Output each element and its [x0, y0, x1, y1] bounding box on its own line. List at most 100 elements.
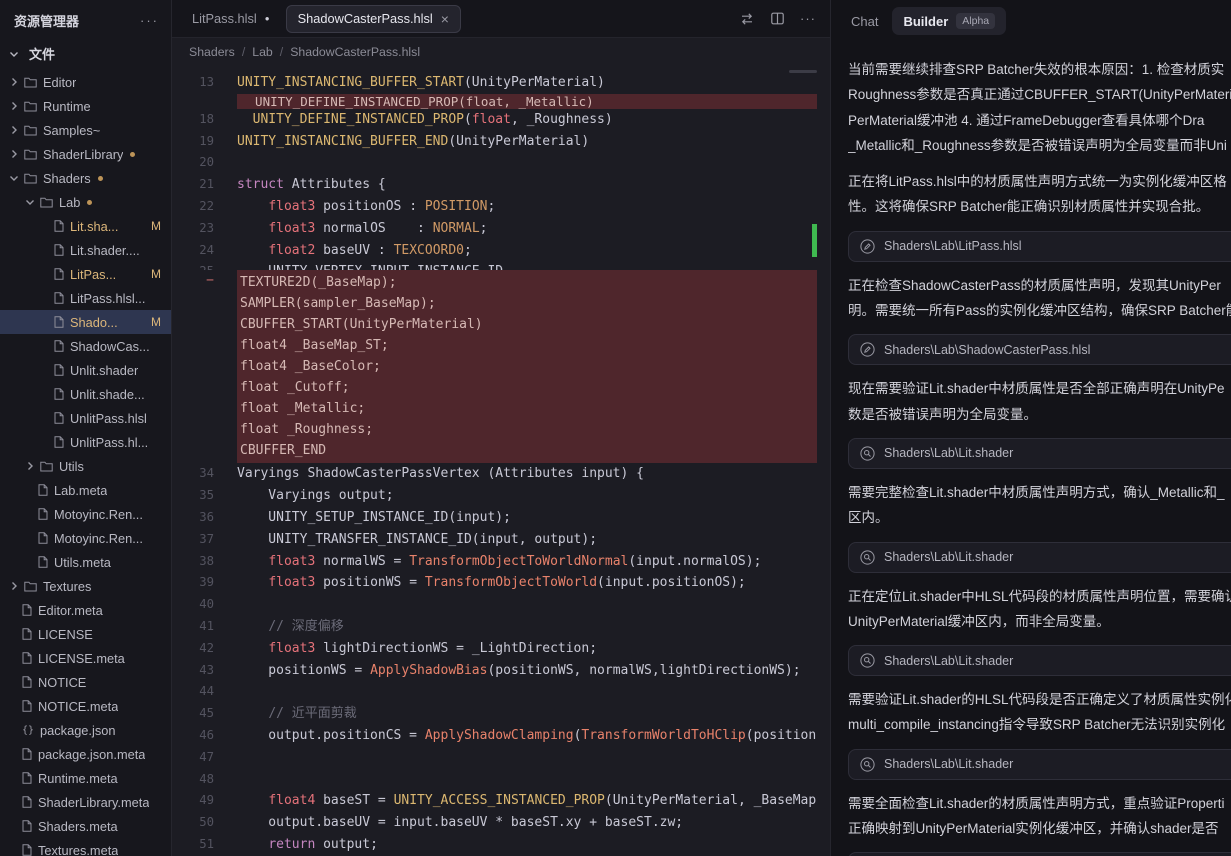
tree-item-editor[interactable]: Editor — [0, 70, 171, 94]
editor-tabbar: LitPass.hlsl●ShadowCasterPass.hlsl× ··· — [172, 0, 830, 38]
modified-dot-icon — [130, 152, 135, 157]
modified-dot-icon — [87, 200, 92, 205]
tree-item-editor-meta[interactable]: Editor.meta — [0, 598, 171, 622]
tree-item-unlit-shade[interactable]: Unlit.shade... — [0, 382, 171, 406]
tree-item-shaders[interactable]: Shaders — [0, 166, 171, 190]
tree-item-license[interactable]: LICENSE — [0, 622, 171, 646]
code-line-47[interactable]: 47 — [172, 747, 817, 769]
assistant-panel-header: Chat Builder Alpha — [831, 0, 1231, 42]
code-line-40[interactable]: 40 — [172, 594, 817, 616]
files-section-header[interactable]: 文件 — [0, 37, 171, 70]
file-chip[interactable]: Shaders\Lab\Lit.shader — [848, 852, 1231, 856]
tree-item-unlit-shader[interactable]: Unlit.shader — [0, 358, 171, 382]
tree-item-license-meta[interactable]: LICENSE.meta — [0, 646, 171, 670]
tree-item-shado[interactable]: Shado...M — [0, 310, 171, 334]
tree-item-utils-meta[interactable]: Utils.meta — [0, 550, 171, 574]
breadcrumb-item[interactable]: Lab — [252, 45, 273, 59]
code-text: output.positionCS = ApplyShadowClamping(… — [214, 725, 816, 747]
breadcrumb-item[interactable]: ShadowCasterPass.hlsl — [290, 45, 420, 59]
tree-item-notice-meta[interactable]: NOTICE.meta — [0, 694, 171, 718]
code-line-23[interactable]: 23 float3 normalOS : NORMAL; — [172, 218, 817, 240]
code-line-22[interactable]: 22 float3 positionOS : POSITION; — [172, 196, 817, 218]
tree-item-package-json[interactable]: {}package.json — [0, 718, 171, 742]
tree-item-textures[interactable]: Textures — [0, 574, 171, 598]
folder-icon — [24, 125, 37, 136]
code-line-50[interactable]: 50 output.baseUV = input.baseUV * baseST… — [172, 812, 817, 834]
tree-item-runtime[interactable]: Runtime — [0, 94, 171, 118]
line-number: 25 — [172, 261, 214, 270]
code-line-19[interactable]: 19UNITY_INSTANCING_BUFFER_END(UnityPerMa… — [172, 131, 817, 153]
tree-item-lab[interactable]: Lab — [0, 190, 171, 214]
line-number: 35 — [172, 485, 214, 507]
code-line-44[interactable]: 44 — [172, 681, 817, 703]
tab-chat[interactable]: Chat — [843, 8, 886, 35]
tree-item-unlitpass-hlsl[interactable]: UnlitPass.hlsl — [0, 406, 171, 430]
tree-item-shaderlibrary-meta[interactable]: ShaderLibrary.meta — [0, 790, 171, 814]
code-line-51[interactable]: 51 return output; — [172, 834, 817, 856]
code-line-49[interactable]: 49 float4 baseST = UNITY_ACCESS_INSTANCE… — [172, 790, 817, 812]
tree-item-textures-meta[interactable]: Textures.meta — [0, 838, 171, 856]
code-area[interactable]: 13UNITY_INSTANCING_BUFFER_START(UnityPer… — [172, 66, 817, 856]
breadcrumb-item[interactable]: Shaders — [189, 45, 235, 59]
compare-changes-icon[interactable] — [739, 11, 755, 27]
code-line-45[interactable]: 45 // 近平面剪裁 — [172, 703, 817, 725]
code-line-43[interactable]: 43 positionWS = ApplyShadowBias(position… — [172, 660, 817, 682]
tree-item-samples[interactable]: Samples~ — [0, 118, 171, 142]
tree-item-motoyinc-ren[interactable]: Motoyinc.Ren... — [0, 526, 171, 550]
tab-litpass-hlsl[interactable]: LitPass.hlsl● — [180, 5, 282, 33]
code-line-42[interactable]: 42 float3 lightDirectionWS = _LightDirec… — [172, 638, 817, 660]
folder-icon — [24, 149, 37, 160]
file-chip[interactable]: Shaders\Lab\ShadowCasterPass.hlsl — [848, 334, 1231, 365]
tree-item-label: LICENSE.meta — [38, 651, 125, 666]
code-line-39[interactable]: 39 float3 positionWS = TransformObjectTo… — [172, 572, 817, 594]
tree-item-shaderlibrary[interactable]: ShaderLibrary — [0, 142, 171, 166]
tree-item-package-json-meta[interactable]: package.json.meta — [0, 742, 171, 766]
explorer-more-actions-icon[interactable]: ··· — [140, 13, 159, 28]
split-editor-icon[interactable] — [770, 11, 785, 26]
assistant-message: 需要验证Lit.shader的HLSL代码段是否正确定义了材质属性实例化mult… — [848, 687, 1231, 738]
code-line-13[interactable]: 13UNITY_INSTANCING_BUFFER_START(UnityPer… — [172, 72, 817, 94]
code-line-37[interactable]: 37 UNITY_TRANSFER_INSTANCE_ID(input, out… — [172, 529, 817, 551]
code-line-20[interactable]: 20 — [172, 152, 817, 174]
code-line-41[interactable]: 41 // 深度偏移 — [172, 616, 817, 638]
tree-item-lab-meta[interactable]: Lab.meta — [0, 478, 171, 502]
tree-item-shaders-meta[interactable]: Shaders.meta — [0, 814, 171, 838]
tab-builder[interactable]: Builder Alpha — [892, 7, 1006, 35]
tree-item-label: Editor.meta — [38, 603, 103, 618]
message-line: 正在检查ShadowCasterPass的材质属性声明，发现其UnityPer — [848, 273, 1231, 298]
scrollbar-thumb[interactable] — [789, 70, 817, 73]
code-line-36[interactable]: 36 UNITY_SETUP_INSTANCE_ID(input); — [172, 507, 817, 529]
tree-item-unlitpass-hl[interactable]: UnlitPass.hl... — [0, 430, 171, 454]
file-chip[interactable]: Shaders\Lab\Lit.shader — [848, 542, 1231, 573]
tree-item-lit-shader[interactable]: Lit.shader.... — [0, 238, 171, 262]
close-icon[interactable]: × — [441, 12, 449, 26]
file-chip[interactable]: Shaders\Lab\LitPass.hlsl — [848, 231, 1231, 262]
tab-shadowcasterpass-hlsl[interactable]: ShadowCasterPass.hlsl× — [286, 5, 461, 33]
code-line-24[interactable]: 24 float2 baseUV : TEXCOORD0; — [172, 240, 817, 262]
code-line-25[interactable]: 25 UNITY_VERTEX_INPUT_INSTANCE_ID — [172, 261, 817, 270]
tree-item-litpass-hlsl[interactable]: LitPass.hlsl... — [0, 286, 171, 310]
code-line-18[interactable]: 18 UNITY_DEFINE_INSTANCED_PROP(float, _R… — [172, 109, 817, 131]
file-chip[interactable]: Shaders\Lab\Lit.shader — [848, 645, 1231, 676]
code-line-21[interactable]: 21struct Attributes { — [172, 174, 817, 196]
tree-item-litpas[interactable]: LitPas...M — [0, 262, 171, 286]
tree-item-motoyinc-ren[interactable]: Motoyinc.Ren... — [0, 502, 171, 526]
file-chip[interactable]: Shaders\Lab\Lit.shader — [848, 749, 1231, 780]
code-line-38[interactable]: 38 float3 normalWS = TransformObjectToWo… — [172, 551, 817, 573]
file-icon — [54, 316, 64, 328]
tree-item-label: Textures.meta — [38, 843, 118, 856]
code-line-35[interactable]: 35 Varyings output; — [172, 485, 817, 507]
editor-more-actions-icon[interactable]: ··· — [800, 11, 816, 26]
tree-item-utils[interactable]: Utils — [0, 454, 171, 478]
tree-item-notice[interactable]: NOTICE — [0, 670, 171, 694]
tree-item-runtime-meta[interactable]: Runtime.meta — [0, 766, 171, 790]
file-chip[interactable]: Shaders\Lab\Lit.shader — [848, 438, 1231, 469]
tree-item-lit-sha[interactable]: Lit.sha...M — [0, 214, 171, 238]
tree-item-label: Runtime — [43, 99, 91, 114]
code-line-34[interactable]: 34Varyings ShadowCasterPassVertex (Attri… — [172, 463, 817, 485]
tree-item-shadowcas[interactable]: ShadowCas... — [0, 334, 171, 358]
deleted-code: TEXTURE2D(_BaseMap); SAMPLER(sampler_Bas… — [237, 270, 817, 463]
modified-badge: M — [145, 315, 161, 329]
code-line-48[interactable]: 48 — [172, 769, 817, 791]
code-line-46[interactable]: 46 output.positionCS = ApplyShadowClampi… — [172, 725, 817, 747]
